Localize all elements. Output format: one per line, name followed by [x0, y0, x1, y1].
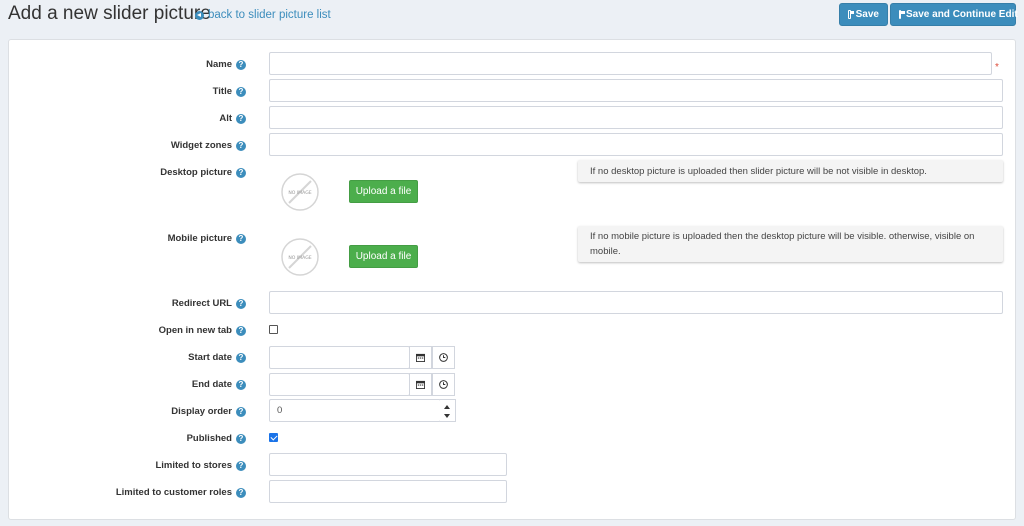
- end-time-clock-button[interactable]: [432, 373, 455, 396]
- page-header: Add a new slider picture back to slider …: [0, 0, 1024, 36]
- redirect-url-input[interactable]: [269, 291, 1003, 314]
- title-label: Title ?: [213, 86, 246, 97]
- help-icon[interactable]: ?: [236, 379, 246, 390]
- published-label: Published ?: [187, 433, 246, 444]
- mobile-picture-note: If no mobile picture is uploaded then th…: [578, 226, 1003, 262]
- floppy-disk-icon: [848, 10, 854, 19]
- floppy-disk-icon: [899, 10, 905, 19]
- calendar-icon: [416, 380, 425, 389]
- page-title: Add a new slider picture: [8, 3, 211, 24]
- name-label: Name ?: [206, 59, 246, 70]
- back-to-list-link[interactable]: back to slider picture list: [195, 9, 331, 21]
- published-checkbox[interactable]: [269, 433, 278, 442]
- help-icon[interactable]: ?: [236, 59, 246, 70]
- name-input[interactable]: [269, 52, 992, 75]
- help-icon[interactable]: ?: [236, 298, 246, 309]
- no-image-placeholder-icon: NO IMAGE: [281, 238, 319, 276]
- end-date-input[interactable]: [269, 373, 410, 396]
- help-icon[interactable]: ?: [236, 167, 246, 178]
- open-new-tab-label: Open in new tab ?: [159, 325, 246, 336]
- required-marker: *: [995, 62, 999, 73]
- start-date-label: Start date ?: [188, 352, 246, 363]
- save-continue-button-label: Save and Continue Edit: [906, 9, 1018, 20]
- calendar-icon: [416, 353, 425, 362]
- limited-roles-label: Limited to customer roles ?: [116, 487, 246, 498]
- open-new-tab-checkbox[interactable]: [269, 325, 278, 334]
- help-icon[interactable]: ?: [236, 233, 246, 244]
- decrement-arrow-icon[interactable]: [444, 414, 450, 418]
- help-icon[interactable]: ?: [236, 406, 246, 417]
- start-time-clock-button[interactable]: [432, 346, 455, 369]
- save-continue-button[interactable]: Save and Continue Edit: [890, 3, 1018, 26]
- end-date-label: End date ?: [192, 379, 246, 390]
- help-icon[interactable]: ?: [236, 433, 246, 444]
- help-icon[interactable]: ?: [236, 325, 246, 336]
- help-icon[interactable]: ?: [236, 352, 246, 363]
- start-date-calendar-button[interactable]: [409, 346, 432, 369]
- clock-icon: [439, 380, 448, 389]
- limited-stores-select[interactable]: [269, 453, 507, 476]
- widget-zones-select[interactable]: [269, 133, 1003, 156]
- clock-icon: [439, 353, 448, 362]
- svg-text:NO IMAGE: NO IMAGE: [288, 255, 311, 261]
- title-input[interactable]: [269, 79, 1003, 102]
- display-order-label: Display order ?: [171, 406, 246, 417]
- redirect-url-label: Redirect URL ?: [172, 298, 246, 309]
- save-button[interactable]: Save: [839, 3, 888, 26]
- help-icon[interactable]: ?: [236, 460, 246, 471]
- desktop-picture-note: If no desktop picture is uploaded then s…: [578, 160, 1003, 182]
- alt-input[interactable]: [269, 106, 1003, 129]
- increment-arrow-icon[interactable]: [444, 405, 450, 409]
- help-icon[interactable]: ?: [236, 113, 246, 124]
- help-icon[interactable]: ?: [236, 86, 246, 97]
- upload-mobile-button[interactable]: Upload a file: [349, 245, 418, 268]
- alt-label: Alt ?: [219, 113, 246, 124]
- mobile-picture-label: Mobile picture ?: [168, 233, 246, 244]
- end-date-calendar-button[interactable]: [409, 373, 432, 396]
- arrow-circle-left-icon: [195, 10, 204, 20]
- back-to-list-label: back to slider picture list: [208, 9, 331, 21]
- help-icon[interactable]: ?: [236, 487, 246, 498]
- limited-roles-select[interactable]: [269, 480, 507, 503]
- svg-text:NO IMAGE: NO IMAGE: [288, 190, 311, 196]
- limited-stores-label: Limited to stores ?: [155, 460, 246, 471]
- no-image-placeholder-icon: NO IMAGE: [281, 173, 319, 211]
- save-button-label: Save: [855, 9, 879, 20]
- display-order-stepper[interactable]: [440, 399, 456, 422]
- display-order-input[interactable]: 0: [269, 399, 441, 422]
- help-icon[interactable]: ?: [236, 140, 246, 151]
- upload-desktop-button[interactable]: Upload a file: [349, 180, 418, 203]
- desktop-picture-label: Desktop picture ?: [160, 167, 246, 178]
- start-date-input[interactable]: [269, 346, 410, 369]
- widget-zones-label: Widget zones ?: [171, 140, 246, 151]
